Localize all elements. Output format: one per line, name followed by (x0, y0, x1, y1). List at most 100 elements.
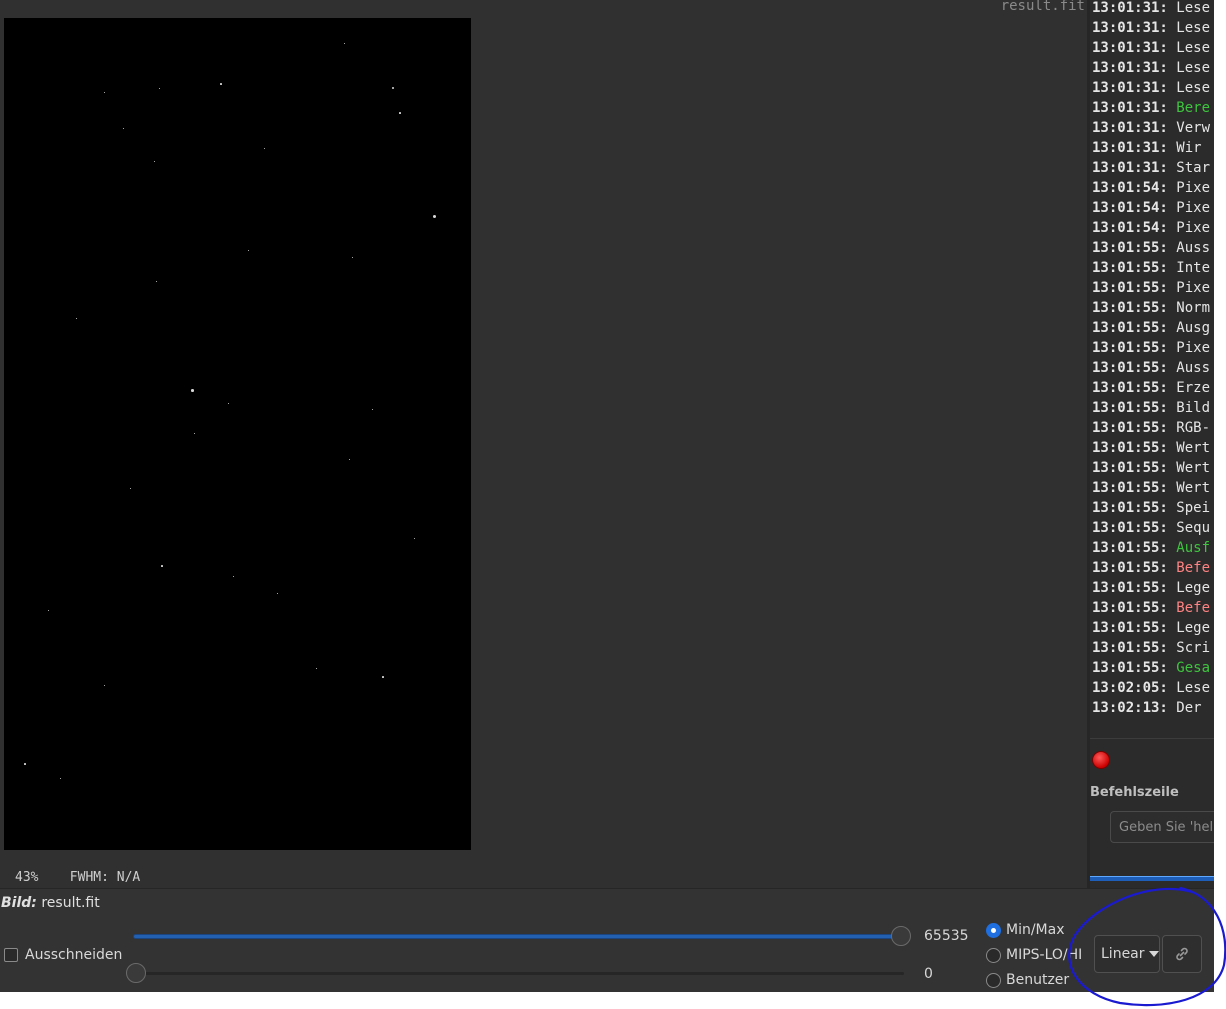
log-line: 13:01:55: Lege (1092, 618, 1214, 638)
log-message: Pixe (1176, 200, 1211, 216)
star (248, 250, 250, 252)
log-timestamp: 13:01:54: (1092, 220, 1168, 236)
radio-mips-lo-hi[interactable]: MIPS-LO/HI (986, 947, 1082, 963)
image-filename: result.fit (1000, 0, 1085, 14)
low-slider-handle[interactable] (126, 963, 146, 983)
log-message: Star (1176, 160, 1211, 176)
star (392, 87, 394, 89)
crop-checkbox-label: Ausschneiden (25, 947, 123, 963)
star (60, 778, 61, 779)
log-timestamp: 13:01:55: (1092, 320, 1168, 336)
radio-user[interactable]: Benutzer (986, 972, 1069, 988)
log-line: 13:01:55: Sequ (1092, 518, 1214, 538)
log-line: 13:01:31: Lese (1092, 18, 1214, 38)
log-line: 13:01:55: Erze (1092, 378, 1214, 398)
star (76, 318, 77, 319)
log-timestamp: 13:01:55: (1092, 420, 1168, 436)
star (159, 88, 161, 90)
zoom-info: 43% FWHM: N/A (15, 870, 140, 885)
log-timestamp: 13:01:31: (1092, 160, 1168, 176)
crop-checkbox[interactable]: Ausschneiden (4, 947, 122, 963)
log-line: 13:01:55: Norm (1092, 298, 1214, 318)
log-message: Inte (1176, 260, 1211, 276)
star (414, 538, 415, 539)
log-message: Verw (1176, 120, 1211, 136)
log-message: Lege (1176, 620, 1211, 636)
log-message: Lese (1176, 20, 1211, 36)
log-message: Gesa (1176, 660, 1211, 676)
log-list: 13:01:31: Lese 13:01:31: Lese 13:01:31: Le… (1092, 0, 1214, 718)
log-message: Norm (1176, 300, 1211, 316)
log-timestamp: 13:01:31: (1092, 80, 1168, 96)
log-message: Wir (1176, 140, 1202, 156)
log-line: 13:01:31: Lese (1092, 78, 1214, 98)
radio-minmax[interactable]: Min/Max (986, 922, 1065, 938)
log-timestamp: 13:01:55: (1092, 600, 1168, 616)
star (233, 576, 234, 577)
log-message: Pixe (1176, 220, 1211, 236)
log-line: 13:01:55: RGB- (1092, 418, 1214, 438)
log-timestamp: 13:01:31: (1092, 40, 1168, 56)
log-line: 13:01:55: Ausg (1092, 318, 1214, 338)
log-message: Pixe (1176, 180, 1211, 196)
display-controls: Bild: result.fit Ausschneiden 65535 0 Mi… (0, 888, 1214, 992)
stop-icon[interactable] (1092, 751, 1110, 769)
star (154, 161, 156, 163)
image-label-title: Bild: (1, 895, 37, 911)
link-button[interactable] (1162, 935, 1202, 973)
star (48, 610, 49, 611)
log-message: Scri (1176, 640, 1211, 656)
star (264, 148, 265, 149)
log-line: 13:01:55: Wert (1092, 458, 1214, 478)
image-canvas[interactable] (4, 18, 471, 850)
image-viewer: result.fit 43% FWHM: N/A (0, 0, 1087, 888)
log-line: 13:01:55: Bild (1092, 398, 1214, 418)
radio-mips-indicator[interactable] (986, 947, 1001, 963)
log-timestamp: 13:01:55: (1092, 400, 1168, 416)
log-timestamp: 13:01:55: (1092, 360, 1168, 376)
log-message: Lege (1176, 580, 1211, 596)
log-timestamp: 13:01:31: (1092, 120, 1168, 136)
log-timestamp: 13:01:31: (1092, 140, 1168, 156)
star (156, 281, 158, 283)
log-line: 13:01:54: Pixe (1092, 178, 1214, 198)
log-line: 13:01:55: Wert (1092, 478, 1214, 498)
log-line: 13:01:54: Pixe (1092, 218, 1214, 238)
high-slider-handle[interactable] (891, 926, 911, 946)
log-timestamp: 13:01:31: (1092, 100, 1168, 116)
fwhm-readout: FWHM: N/A (69, 870, 141, 885)
scale-mode-select[interactable]: Linear (1094, 935, 1160, 973)
log-line: 13:01:55: Ausf (1092, 538, 1214, 558)
star (433, 215, 436, 218)
log-timestamp: 13:01:55: (1092, 620, 1168, 636)
log-line: 13:01:55: Auss (1092, 238, 1214, 258)
star (123, 128, 125, 130)
star (228, 403, 230, 405)
log-message: Lese (1176, 0, 1211, 16)
star (352, 257, 354, 259)
log-message: Lese (1176, 680, 1211, 696)
log-line: 13:01:31: Lese (1092, 58, 1214, 78)
log-timestamp: 13:02:13: (1092, 700, 1168, 716)
radio-user-label: Benutzer (1006, 972, 1070, 988)
log-message: Lese (1176, 40, 1211, 56)
radio-user-indicator[interactable] (986, 972, 1001, 988)
radio-minmax-indicator[interactable] (986, 922, 1001, 938)
log-message: Ausf (1176, 540, 1211, 556)
log-line: 13:01:31: Lese (1092, 38, 1214, 58)
log-timestamp: 13:01:54: (1092, 200, 1168, 216)
log-line: 13:01:55: Gesa (1092, 658, 1214, 678)
log-message: Wert (1176, 440, 1211, 456)
star (161, 565, 163, 567)
radio-mips-label: MIPS-LO/HI (1006, 947, 1083, 963)
crop-checkbox-box[interactable] (4, 948, 18, 962)
low-slider-track[interactable] (134, 972, 904, 975)
command-input[interactable] (1110, 811, 1214, 843)
log-timestamp: 13:01:55: (1092, 480, 1168, 496)
star (194, 433, 195, 434)
high-slider-track[interactable] (134, 935, 904, 938)
log-timestamp: 13:01:31: (1092, 20, 1168, 36)
log-timestamp: 13:01:55: (1092, 240, 1168, 256)
star (220, 83, 222, 85)
log-timestamp: 13:01:54: (1092, 180, 1168, 196)
